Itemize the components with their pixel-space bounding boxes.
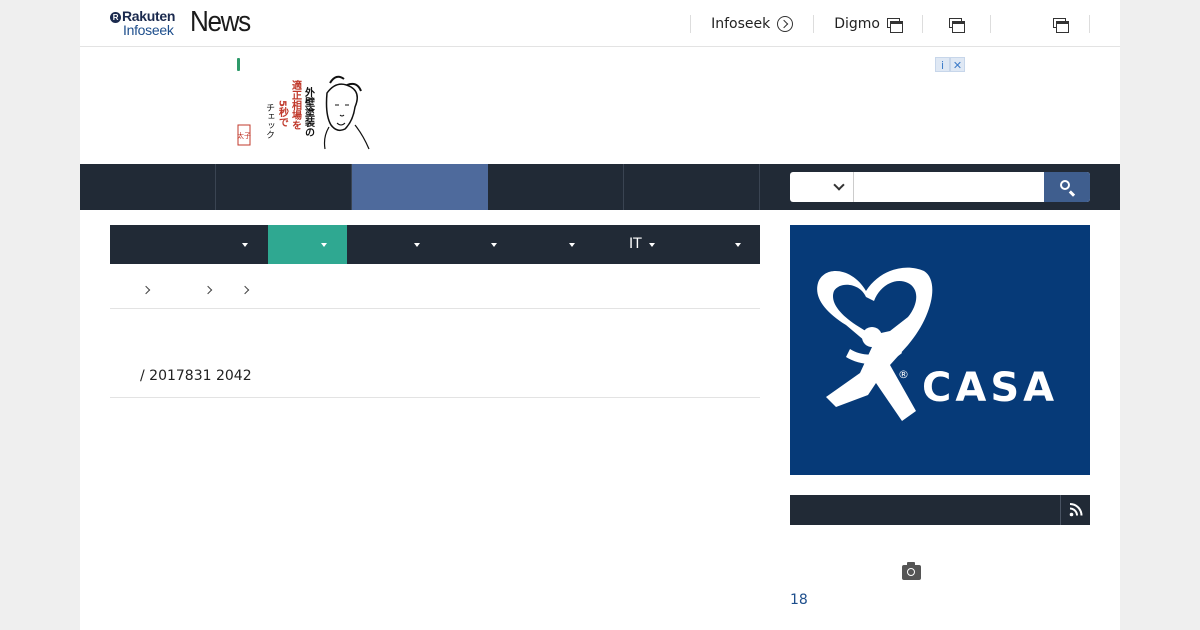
category-tab-3[interactable] bbox=[347, 225, 426, 264]
chevron-right-icon bbox=[203, 285, 213, 295]
ranking-header bbox=[790, 495, 1090, 525]
article-meta: / 2017831 2042 bbox=[110, 360, 760, 398]
caret-down-icon bbox=[414, 243, 420, 247]
category-tab-2-active[interactable] bbox=[268, 225, 347, 264]
header-links: Infoseek Digmo bbox=[690, 15, 1090, 33]
main-nav-tab-2[interactable] bbox=[216, 164, 352, 210]
caret-down-icon bbox=[491, 243, 497, 247]
article-date: / 2017831 2042 bbox=[140, 368, 252, 384]
site-logo[interactable]: R Rakuten Infoseek News bbox=[110, 6, 265, 40]
casa-wordmark: CASA bbox=[922, 365, 1058, 411]
ad-choices: i ✕ bbox=[935, 57, 965, 72]
rakuten-r-icon: R bbox=[110, 12, 121, 23]
header-link-digmo[interactable]: Digmo bbox=[813, 15, 922, 33]
ad-accent-bar bbox=[237, 58, 240, 71]
casa-registered-mark: ® bbox=[898, 368, 909, 381]
ad-stamp-text: 太子 bbox=[237, 131, 251, 140]
header-link-label: Infoseek bbox=[711, 16, 771, 32]
camera-icon bbox=[902, 562, 921, 580]
caret-down-icon bbox=[735, 243, 741, 247]
ad-copy-1: 外壁塗装の bbox=[303, 86, 316, 137]
ad-info-icon[interactable]: i bbox=[935, 57, 950, 72]
caret-down-icon bbox=[569, 243, 575, 247]
ad-copy-2: 適正相場を bbox=[290, 79, 302, 130]
site-header: R Rakuten Infoseek News Infoseek Digmo bbox=[80, 0, 1120, 47]
main-nav bbox=[80, 164, 1120, 210]
header-link-3[interactable] bbox=[922, 15, 990, 33]
chevron-right-icon bbox=[240, 285, 250, 295]
logo-infoseek: Infoseek bbox=[123, 22, 174, 38]
caret-down-icon bbox=[242, 243, 248, 247]
rss-icon bbox=[1069, 503, 1083, 517]
breadcrumb bbox=[110, 280, 760, 309]
sidebar-ad-casa[interactable]: ® CASA bbox=[790, 225, 1090, 475]
search-icon bbox=[1060, 180, 1070, 190]
caret-down-icon bbox=[649, 243, 655, 247]
category-tab-1[interactable] bbox=[110, 225, 268, 264]
ad-illustration: 太子 外壁塗装の 適正相場を 5秒で チェック bbox=[237, 75, 370, 150]
page: RRakuten Infoseek News Infoseek Digmo i bbox=[80, 0, 1120, 630]
search-scope-select[interactable] bbox=[790, 172, 854, 202]
caret-down-icon bbox=[321, 243, 327, 247]
new-window-icon bbox=[1053, 18, 1069, 33]
header-link-4[interactable] bbox=[990, 15, 1090, 33]
category-tab-7[interactable] bbox=[663, 225, 760, 264]
header-link-infoseek[interactable]: Infoseek bbox=[690, 15, 813, 33]
ad-copy-4: チェック bbox=[264, 103, 275, 139]
chevron-right-icon bbox=[141, 285, 151, 295]
search-bar bbox=[790, 172, 1090, 202]
rss-button[interactable] bbox=[1060, 495, 1090, 525]
main-nav-tab-5[interactable] bbox=[624, 164, 760, 210]
category-bar: IT bbox=[110, 225, 760, 264]
category-tab-5[interactable] bbox=[505, 225, 584, 264]
new-window-icon bbox=[949, 18, 965, 33]
ranking-item-number[interactable]: 18 bbox=[790, 592, 808, 608]
main-nav-tab-4[interactable] bbox=[488, 164, 624, 210]
search-input[interactable] bbox=[855, 172, 1035, 202]
category-label: IT bbox=[629, 236, 642, 252]
main-nav-tab-1[interactable] bbox=[80, 164, 216, 210]
new-window-icon bbox=[887, 18, 903, 33]
main-nav-tab-3-active[interactable] bbox=[352, 164, 488, 210]
logo-news: News bbox=[190, 6, 251, 38]
category-tab-it[interactable]: IT bbox=[584, 225, 663, 264]
header-link-label: Digmo bbox=[834, 16, 880, 32]
ad-copy-3: 5秒で bbox=[277, 100, 289, 128]
banner-ad[interactable]: i ✕ 太子 外壁塗装の 適正相場を 5秒で チェック bbox=[235, 55, 965, 150]
search-button[interactable] bbox=[1044, 172, 1090, 202]
casa-logo: ® CASA bbox=[817, 267, 1058, 421]
category-tab-4[interactable] bbox=[426, 225, 505, 264]
circle-arrow-icon bbox=[777, 16, 794, 32]
ad-close-icon[interactable]: ✕ bbox=[950, 57, 965, 72]
